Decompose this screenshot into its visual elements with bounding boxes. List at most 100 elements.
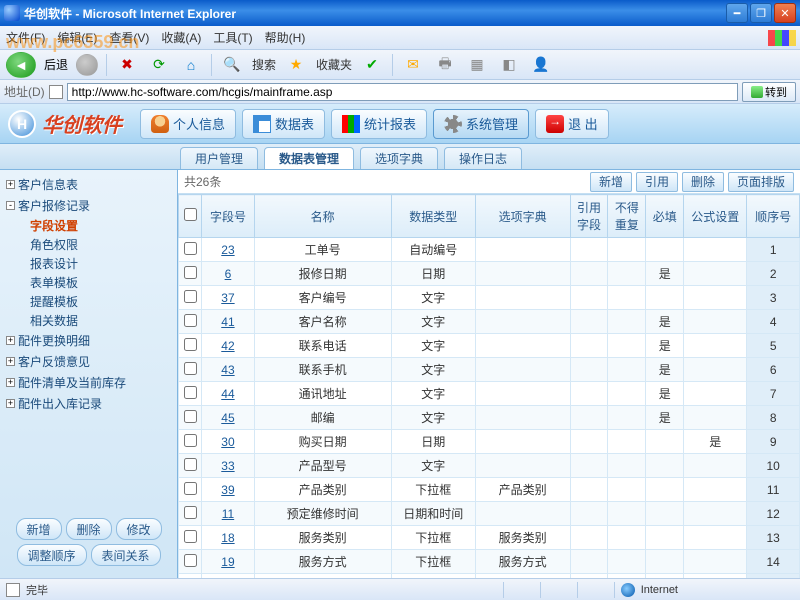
nav-personal[interactable]: 个人信息 bbox=[140, 109, 236, 139]
column-header[interactable]: 选项字典 bbox=[475, 195, 570, 238]
side-reorder-button[interactable]: 调整顺序 bbox=[17, 544, 87, 566]
edit-icon[interactable]: ▦ bbox=[465, 53, 489, 77]
tree-child[interactable]: 提醒模板 bbox=[2, 292, 175, 311]
row-checkbox[interactable] bbox=[184, 458, 197, 471]
row-checkbox[interactable] bbox=[184, 506, 197, 519]
row-checkbox[interactable] bbox=[184, 482, 197, 495]
search-icon[interactable]: 🔍 bbox=[220, 53, 244, 77]
minimize-button[interactable]: ━ bbox=[726, 3, 748, 23]
tree-node[interactable]: +配件出入库记录 bbox=[2, 393, 175, 414]
menu-favorites[interactable]: 收藏(A) bbox=[161, 29, 201, 46]
menu-view[interactable]: 查看(V) bbox=[109, 29, 149, 46]
column-header[interactable]: 引用字段 bbox=[570, 195, 608, 238]
row-checkbox[interactable] bbox=[184, 314, 197, 327]
field-id-link[interactable]: 45 bbox=[221, 411, 234, 425]
tab-user-manage[interactable]: 用户管理 bbox=[180, 147, 258, 169]
tree-child[interactable]: 字段设置 bbox=[2, 216, 175, 235]
field-id-link[interactable]: 43 bbox=[221, 363, 234, 377]
history-icon[interactable]: ✔ bbox=[360, 53, 384, 77]
tree-child[interactable]: 表单模板 bbox=[2, 273, 175, 292]
table-row[interactable]: 30购买日期日期是9 bbox=[179, 430, 800, 454]
row-checkbox[interactable] bbox=[184, 434, 197, 447]
row-checkbox[interactable] bbox=[184, 410, 197, 423]
tree-node[interactable]: +客户反馈意见 bbox=[2, 351, 175, 372]
row-checkbox[interactable] bbox=[184, 554, 197, 567]
action-quote[interactable]: 引用 bbox=[636, 172, 678, 192]
tree-child[interactable]: 角色权限 bbox=[2, 235, 175, 254]
action-layout[interactable]: 页面排版 bbox=[728, 172, 794, 192]
row-checkbox[interactable] bbox=[184, 362, 197, 375]
forward-button[interactable] bbox=[76, 54, 98, 76]
nav-datatable[interactable]: 数据表 bbox=[242, 109, 325, 139]
menu-tools[interactable]: 工具(T) bbox=[213, 29, 252, 46]
table-row[interactable]: 42联系电话文字是5 bbox=[179, 334, 800, 358]
field-id-link[interactable]: 18 bbox=[221, 531, 234, 545]
maximize-button[interactable]: ❐ bbox=[750, 3, 772, 23]
print-icon[interactable]: 🖶 bbox=[433, 53, 457, 77]
menu-help[interactable]: 帮助(H) bbox=[265, 29, 306, 46]
column-header[interactable] bbox=[179, 195, 202, 238]
tree-node[interactable]: +客户信息表 bbox=[2, 174, 175, 195]
row-checkbox[interactable] bbox=[184, 338, 197, 351]
field-id-link[interactable]: 23 bbox=[221, 243, 234, 257]
field-id-link[interactable]: 37 bbox=[221, 291, 234, 305]
expand-icon[interactable]: + bbox=[6, 378, 15, 387]
field-id-link[interactable]: 42 bbox=[221, 339, 234, 353]
mail-icon[interactable]: ✉ bbox=[401, 53, 425, 77]
expand-icon[interactable]: + bbox=[6, 357, 15, 366]
column-header[interactable]: 必填 bbox=[646, 195, 684, 238]
field-id-link[interactable]: 33 bbox=[221, 459, 234, 473]
table-row[interactable]: 19服务方式下拉框服务方式14 bbox=[179, 550, 800, 574]
stop-button[interactable]: ✖ bbox=[115, 53, 139, 77]
table-row[interactable]: 45邮编文字是8 bbox=[179, 406, 800, 430]
column-header[interactable]: 字段号 bbox=[202, 195, 255, 238]
table-row[interactable]: 39产品类别下拉框产品类别11 bbox=[179, 478, 800, 502]
side-delete-button[interactable]: 删除 bbox=[66, 518, 112, 540]
table-row[interactable]: 33产品型号文字10 bbox=[179, 454, 800, 478]
field-id-link[interactable]: 6 bbox=[225, 267, 232, 281]
field-id-link[interactable]: 39 bbox=[221, 483, 234, 497]
go-button[interactable]: 转到 bbox=[742, 82, 796, 102]
column-header[interactable]: 公式设置 bbox=[684, 195, 747, 238]
research-icon[interactable]: ◧ bbox=[497, 53, 521, 77]
row-checkbox[interactable] bbox=[184, 242, 197, 255]
tree-node[interactable]: -客户报修记录 bbox=[2, 195, 175, 216]
url-input[interactable] bbox=[67, 83, 738, 101]
column-header[interactable]: 名称 bbox=[254, 195, 391, 238]
expand-icon[interactable]: + bbox=[6, 180, 15, 189]
table-row[interactable]: 11预定维修时间日期和时间12 bbox=[179, 502, 800, 526]
field-id-link[interactable]: 11 bbox=[222, 507, 234, 521]
table-row[interactable]: 6报修日期日期是2 bbox=[179, 262, 800, 286]
favorites-label[interactable]: 收藏夹 bbox=[316, 56, 352, 73]
tree-node[interactable]: +配件更换明细 bbox=[2, 330, 175, 351]
close-button[interactable]: ✕ bbox=[774, 3, 796, 23]
table-row[interactable]: 44通讯地址文字是7 bbox=[179, 382, 800, 406]
row-checkbox[interactable] bbox=[184, 266, 197, 279]
row-checkbox[interactable] bbox=[184, 530, 197, 543]
action-delete[interactable]: 删除 bbox=[682, 172, 724, 192]
column-header[interactable]: 数据类型 bbox=[391, 195, 475, 238]
refresh-button[interactable]: ⟳ bbox=[147, 53, 171, 77]
home-button[interactable]: ⌂ bbox=[179, 53, 203, 77]
row-checkbox[interactable] bbox=[184, 578, 197, 579]
nav-exit[interactable]: 退 出 bbox=[535, 109, 609, 139]
expand-icon[interactable]: - bbox=[6, 201, 15, 210]
table-row[interactable]: 36服务项目勾选框服务项目是15 bbox=[179, 574, 800, 579]
nav-report[interactable]: 统计报表 bbox=[331, 109, 427, 139]
table-row[interactable]: 23工单号自动编号1 bbox=[179, 238, 800, 262]
tab-dictionary[interactable]: 选项字典 bbox=[360, 147, 438, 169]
field-id-link[interactable]: 44 bbox=[221, 387, 234, 401]
table-row[interactable]: 43联系手机文字是6 bbox=[179, 358, 800, 382]
side-edit-button[interactable]: 修改 bbox=[116, 518, 162, 540]
field-id-link[interactable]: 19 bbox=[221, 555, 234, 569]
tree-child[interactable]: 报表设计 bbox=[2, 254, 175, 273]
expand-icon[interactable]: + bbox=[6, 399, 15, 408]
tree-child[interactable]: 相关数据 bbox=[2, 311, 175, 330]
table-row[interactable]: 37客户编号文字3 bbox=[179, 286, 800, 310]
column-header[interactable]: 不得重复 bbox=[608, 195, 646, 238]
action-add[interactable]: 新增 bbox=[590, 172, 632, 192]
field-id-link[interactable]: 30 bbox=[221, 435, 234, 449]
row-checkbox[interactable] bbox=[184, 386, 197, 399]
field-id-link[interactable]: 41 bbox=[221, 315, 234, 329]
menu-edit[interactable]: 编辑(E) bbox=[57, 29, 97, 46]
